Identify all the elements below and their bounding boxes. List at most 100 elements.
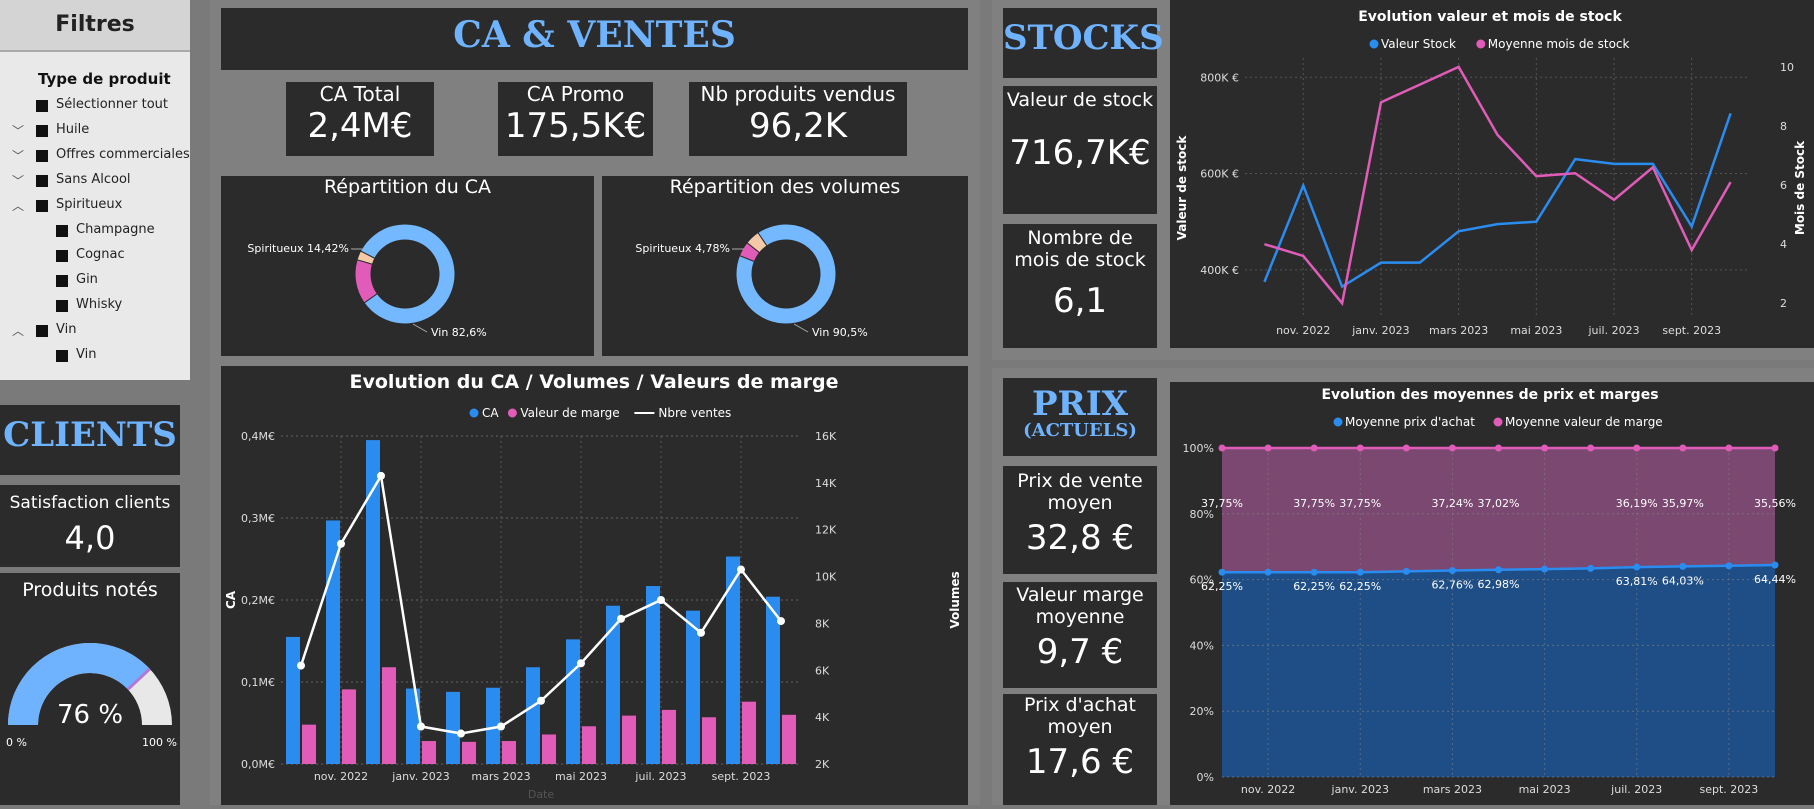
filter-item[interactable]: Champagne <box>0 220 190 245</box>
kpi-nb-vendus-label: Nb produits vendus <box>700 82 896 106</box>
bar-marge <box>302 724 316 764</box>
point-ventes <box>577 659 585 668</box>
point-ventes <box>497 722 505 731</box>
filter-item-label: Spiritueux <box>56 197 123 212</box>
kpi-nb-vendus-value: 96,2K <box>749 106 847 146</box>
filter-checkbox[interactable] <box>36 125 48 137</box>
filter-item-label: Offres commerciales <box>56 147 190 162</box>
filter-item-label: Gin <box>76 272 98 287</box>
filter-item[interactable]: ︿ Spiritueux <box>0 195 190 220</box>
data-label-achat: 64,44% <box>1754 573 1796 586</box>
prix-title-box: PRIX (ACTUELS) <box>1003 378 1157 456</box>
y-tick-label: 40% <box>1190 639 1214 652</box>
y-axis-label: Valeur de stock <box>1175 135 1189 241</box>
filter-checkbox[interactable] <box>56 275 68 287</box>
filter-item[interactable]: ﹀ Offres commerciales <box>0 145 190 170</box>
filter-item[interactable]: Vin <box>0 345 190 370</box>
data-label-marge: 35,97% <box>1662 497 1704 510</box>
y2-tick-label: 8 <box>1780 120 1787 133</box>
prix-vente-value: 32,8 € <box>1025 518 1135 558</box>
clients-section: CLIENTS Satisfaction clients 4,0 Produit… <box>0 380 190 805</box>
filter-item[interactable]: ︿ Vin <box>0 320 190 345</box>
y-tick-label: 0,4M€ <box>241 430 275 443</box>
filter-checkbox[interactable] <box>56 300 68 312</box>
filter-checkbox[interactable] <box>36 200 48 212</box>
y2-tick-label: 2 <box>1780 297 1787 310</box>
filter-item-label: Champagne <box>76 222 155 237</box>
x-tick-label: mars 2023 <box>1429 324 1488 337</box>
data-label-marge: 37,75% <box>1293 497 1335 510</box>
filter-item[interactable]: ﹀ Huile <box>0 120 190 145</box>
legend-label: Moyenne valeur de marge <box>1505 415 1663 429</box>
x-tick-label: janv. 2023 <box>1351 324 1409 337</box>
x-tick-label: juil. 2023 <box>634 770 686 783</box>
filter-item-label: Sans Alcool <box>56 172 131 187</box>
filter-section-title: Type de produit <box>38 70 171 88</box>
chevron-down-icon[interactable]: ﹀ <box>12 172 24 189</box>
kpi-ca-total-value: 2,4M€ <box>307 106 413 146</box>
prix-achat-label-2: moyen <box>1047 716 1113 738</box>
bar-marge <box>702 717 716 764</box>
filter-item[interactable]: Cognac <box>0 245 190 270</box>
legend-label: Moyenne prix d'achat <box>1345 415 1475 429</box>
donut-ca-card: Répartition du CA Spiritueux 14,42% Vin 8… <box>221 176 594 356</box>
legend-marker <box>1333 417 1343 427</box>
bar-marge <box>742 701 756 764</box>
kpi-ca-promo: CA Promo 175,5K€ <box>498 82 653 156</box>
y2-tick-label: 12K <box>815 524 837 537</box>
bar-marge <box>582 726 596 764</box>
stock-line-chart: Evolution valeur et mois de stock Valeur … <box>1175 9 1807 337</box>
donut-slice <box>359 223 456 325</box>
bar-marge <box>782 714 796 764</box>
point-achat <box>1495 566 1502 574</box>
y-tick-label: 400K € <box>1200 264 1239 277</box>
kpi-ca-total-label: CA Total <box>319 82 401 106</box>
filter-item[interactable]: Whisky <box>0 295 190 320</box>
satisfaction-label: Satisfaction clients <box>9 493 171 513</box>
chevron-up-icon[interactable]: ︿ <box>12 197 24 214</box>
x-tick-label: mai 2023 <box>1510 324 1562 337</box>
marge-moyenne-label-2: moyenne <box>1035 606 1125 628</box>
gauge-min: 0 % <box>6 736 27 749</box>
point-ventes <box>617 614 625 623</box>
point-marge <box>1356 444 1364 452</box>
filter-checkbox[interactable] <box>36 150 48 162</box>
x-tick-label: juil. 2023 <box>1587 324 1639 337</box>
point-marge <box>1495 444 1502 452</box>
bar-ca <box>646 586 660 764</box>
data-label-achat: 62,25% <box>1339 580 1381 593</box>
point-marge <box>1264 444 1272 452</box>
chevron-down-icon[interactable]: ﹀ <box>12 122 24 139</box>
prix-vente-card: Prix de vente moyen 32,8 € <box>1003 466 1157 574</box>
point-marge <box>1679 444 1687 452</box>
y2-axis-label: Mois de Stock <box>1793 140 1807 235</box>
prix-area-card: Evolution des moyennes de prix et marges… <box>1170 382 1814 805</box>
legend-label: CA <box>482 406 499 420</box>
point-marge <box>1310 444 1318 452</box>
bar-marge <box>542 734 556 764</box>
filter-item[interactable]: Gin <box>0 270 190 295</box>
x-tick-label: mai 2023 <box>555 770 607 783</box>
filter-checkbox[interactable] <box>56 250 68 262</box>
filter-checkbox[interactable] <box>36 175 48 187</box>
filter-checkbox[interactable] <box>36 325 48 337</box>
point-ventes <box>697 628 705 637</box>
stocks-title: STOCKS <box>1003 18 1164 58</box>
stock-value-value: 716,7K€ <box>1009 133 1151 173</box>
filter-checkbox[interactable] <box>56 350 68 362</box>
data-label-achat: 62,98% <box>1478 578 1520 591</box>
filter-checkbox[interactable] <box>56 225 68 237</box>
chart-title: Evolution du CA / Volumes / Valeurs de m… <box>349 371 838 393</box>
y2-tick-label: 4K <box>815 711 830 724</box>
x-tick-label: mai 2023 <box>1519 783 1571 796</box>
donut-vol-card: Répartition des volumes Spiritueux 4,78%… <box>602 176 968 356</box>
filter-checkbox[interactable] <box>36 100 48 112</box>
stocks-title-box: STOCKS <box>1003 8 1164 78</box>
chevron-up-icon[interactable]: ︿ <box>12 322 24 339</box>
filter-item[interactable]: Sélectionner tout <box>0 95 190 120</box>
legend-marker <box>1493 417 1503 427</box>
chevron-down-icon[interactable]: ﹀ <box>12 147 24 164</box>
filter-item[interactable]: ﹀ Sans Alcool <box>0 170 190 195</box>
legend-marker <box>1369 39 1379 49</box>
prix-subtitle: (ACTUELS) <box>1023 420 1137 441</box>
